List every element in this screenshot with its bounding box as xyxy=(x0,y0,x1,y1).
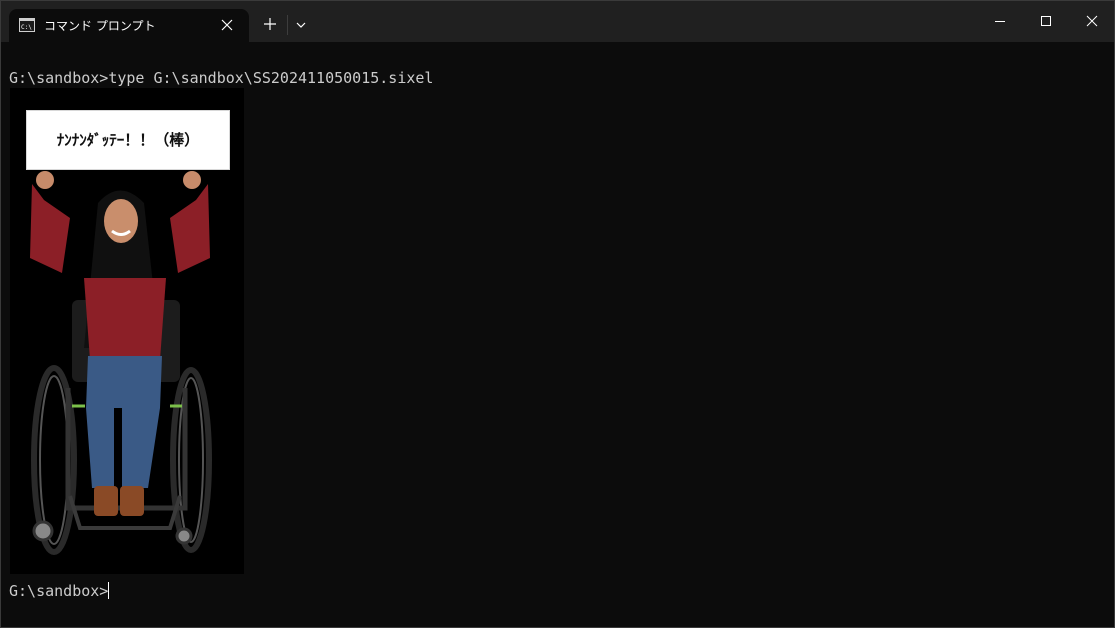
prompt-line[interactable]: G:\sandbox> xyxy=(9,582,110,600)
terminal-window: C:\ コマンド プロンプト G:\sandbox>type G:\sandbo… xyxy=(0,0,1115,628)
text-cursor xyxy=(108,582,110,599)
close-button[interactable] xyxy=(1069,1,1114,42)
sign-board: ﾅﾝﾅﾝﾀﾞｯﾃｰ！！（棒） xyxy=(26,110,230,170)
svg-text:C:\: C:\ xyxy=(21,24,32,31)
maximize-icon xyxy=(1041,16,1051,26)
command-prompt-icon: C:\ xyxy=(19,18,35,32)
sign-text: ﾅﾝﾅﾝﾀﾞｯﾃｰ！！（棒） xyxy=(56,131,200,149)
title-bar[interactable]: C:\ コマンド プロンプト xyxy=(1,1,1114,42)
minimize-icon xyxy=(995,21,1005,22)
close-icon xyxy=(1086,15,1098,27)
chevron-down-icon[interactable] xyxy=(293,18,309,32)
command-line: G:\sandbox>type G:\sandbox\SS20241105001… xyxy=(9,69,434,87)
new-tab-icon[interactable] xyxy=(262,16,278,32)
close-tab-icon[interactable] xyxy=(219,17,235,33)
tab-command-prompt[interactable]: C:\ コマンド プロンプト xyxy=(9,9,249,42)
tab-title: コマンド プロンプト xyxy=(44,19,156,33)
minimize-button[interactable] xyxy=(977,1,1023,42)
sixel-image: ﾅﾝﾅﾝﾀﾞｯﾃｰ！！（棒） xyxy=(10,88,244,574)
prompt-text: G:\sandbox> xyxy=(9,582,109,600)
tab-separator xyxy=(287,15,288,35)
terminal-output[interactable]: G:\sandbox>type G:\sandbox\SS20241105001… xyxy=(1,42,1114,627)
maximize-button[interactable] xyxy=(1023,1,1069,42)
